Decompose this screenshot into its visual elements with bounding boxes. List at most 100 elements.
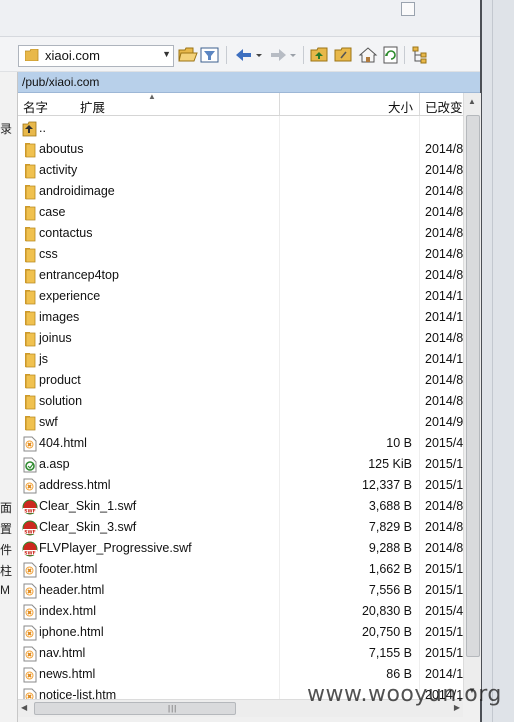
file-name: Clear_Skin_1.swf: [39, 499, 137, 513]
file-name: case: [39, 205, 66, 219]
toolbar-separator: [226, 46, 227, 64]
file-name: js: [39, 352, 49, 366]
html-file-icon: [22, 562, 38, 578]
file-name: a.asp: [39, 457, 70, 471]
column-divider[interactable]: [279, 93, 280, 115]
column-size-header[interactable]: 大小: [388, 97, 413, 116]
file-row[interactable]: 404.html 10 B 2015/4: [18, 433, 463, 454]
file-modified: 2014/1: [425, 352, 463, 366]
file-row[interactable]: androidimage 2014/8: [18, 181, 463, 202]
file-modified: 2014/8: [425, 373, 463, 387]
root-folder-icon[interactable]: [334, 46, 354, 64]
window-right-edge: [480, 0, 514, 722]
tree-view-icon[interactable]: [411, 46, 431, 64]
file-row[interactable]: a.asp 125 KiB 2015/1: [18, 454, 463, 475]
vertical-scroll-thumb[interactable]: [466, 115, 480, 657]
folder-icon: [22, 142, 38, 158]
file-name: aboutus: [39, 142, 84, 156]
column-ext-header[interactable]: 扩展: [80, 97, 105, 116]
folder-icon: [22, 163, 38, 179]
file-name: product: [39, 373, 81, 387]
file-name: androidimage: [39, 184, 115, 198]
html-file-icon: [22, 688, 38, 699]
folder-icon: [22, 205, 38, 221]
file-modified: 2015/1: [425, 646, 463, 660]
folder-icon: [22, 373, 38, 389]
back-arrow-icon[interactable]: [234, 46, 254, 64]
column-header: 名字 扩展 ▲ 大小 已改变: [18, 92, 463, 116]
file-row[interactable]: activity 2014/8: [18, 160, 463, 181]
file-modified: 2014/1: [425, 289, 463, 303]
column-modified-header[interactable]: 已改变: [425, 97, 463, 116]
scroll-grip-icon: |||: [168, 704, 178, 713]
left-panel-char: 面: [0, 501, 13, 515]
file-row[interactable]: index.html 20,830 B 2015/4: [18, 601, 463, 622]
folder-icon: [22, 310, 38, 326]
file-size: 86 B: [386, 667, 412, 681]
folder-icon: [22, 226, 38, 242]
file-row[interactable]: footer.html 1,662 B 2015/1: [18, 559, 463, 580]
file-row[interactable]: product 2014/8: [18, 370, 463, 391]
file-size: 7,829 B: [368, 520, 412, 534]
file-row[interactable]: SWF FLVPlayer_Progressive.swf 9,288 B 2014/…: [18, 538, 463, 559]
left-panel-char: 置: [0, 522, 13, 536]
forward-arrow-icon[interactable]: [268, 46, 288, 64]
svg-text:SWF: SWF: [24, 508, 36, 514]
file-row[interactable]: nav.html 7,155 B 2015/1: [18, 643, 463, 664]
file-row[interactable]: js 2014/1: [18, 349, 463, 370]
refresh-icon[interactable]: [381, 46, 401, 64]
folder-icon: [22, 268, 38, 284]
file-row[interactable]: iphone.html 20,750 B 2015/1: [18, 622, 463, 643]
file-row[interactable]: css 2014/8: [18, 244, 463, 265]
file-row[interactable]: case 2014/8: [18, 202, 463, 223]
home-icon[interactable]: [358, 46, 378, 64]
watermark: www.wooyun.org: [307, 682, 502, 707]
sort-ascending-icon: ▲: [148, 92, 156, 101]
file-size: 20,750 B: [361, 625, 412, 639]
file-row[interactable]: SWF Clear_Skin_3.swf 7,829 B 2014/8: [18, 517, 463, 538]
file-name: experience: [39, 289, 101, 303]
scroll-left-icon[interactable]: ◀: [21, 703, 27, 712]
column-name-header[interactable]: 名字: [23, 97, 48, 116]
file-row[interactable]: joinus 2014/8: [18, 328, 463, 349]
filter-icon[interactable]: [200, 46, 220, 64]
file-modified: 2014/1: [425, 667, 463, 681]
chevron-down-icon[interactable]: ▼: [162, 49, 171, 59]
folder-icon: [22, 247, 38, 263]
file-row[interactable]: entrancep4top 2014/8: [18, 265, 463, 286]
file-size: 12,337 B: [361, 478, 412, 492]
remote-path-combo[interactable]: xiaoi.com ▼: [18, 45, 174, 67]
file-row[interactable]: swf 2014/9: [18, 412, 463, 433]
window-top-strip: [0, 0, 480, 37]
file-name: contactus: [39, 226, 93, 240]
file-modified: 2014/8: [425, 142, 463, 156]
remote-toolbar: xiaoi.com ▼: [0, 37, 480, 72]
file-row[interactable]: aboutus 2014/8: [18, 139, 463, 160]
svg-text:SWF: SWF: [24, 550, 36, 556]
file-row[interactable]: solution 2014/8: [18, 391, 463, 412]
file-row[interactable]: address.html 12,337 B 2015/1: [18, 475, 463, 496]
remote-file-list[interactable]: .. aboutus 2014/8 activity 2014/8 androidimag…: [18, 116, 463, 699]
file-modified: 2014/8: [425, 394, 463, 408]
file-row[interactable]: SWF Clear_Skin_1.swf 3,688 B 2014/8: [18, 496, 463, 517]
column-divider[interactable]: [419, 93, 420, 115]
file-name: FLVPlayer_Progressive.swf: [39, 541, 192, 555]
file-row[interactable]: ..: [18, 118, 463, 139]
horizontal-scroll-thumb[interactable]: [34, 702, 236, 715]
file-row[interactable]: experience 2014/1: [18, 286, 463, 307]
left-panel-char: 录: [0, 122, 13, 136]
window-control-box[interactable]: [401, 2, 415, 16]
file-size: 7,155 B: [368, 646, 412, 660]
file-size: 3,688 B: [368, 499, 412, 513]
file-row[interactable]: header.html 7,556 B 2015/1: [18, 580, 463, 601]
left-panel-char: M: [0, 583, 10, 597]
file-name: solution: [39, 394, 83, 408]
parent-folder-icon[interactable]: [310, 46, 330, 64]
file-row[interactable]: images 2014/1: [18, 307, 463, 328]
file-row[interactable]: contactus 2014/8: [18, 223, 463, 244]
chevron-down-icon[interactable]: [288, 46, 298, 64]
vertical-scrollbar[interactable]: ▲ ▼: [463, 93, 481, 699]
scroll-up-icon[interactable]: ▲: [468, 97, 476, 106]
chevron-down-icon[interactable]: [254, 46, 264, 64]
open-folder-icon[interactable]: [178, 46, 198, 64]
